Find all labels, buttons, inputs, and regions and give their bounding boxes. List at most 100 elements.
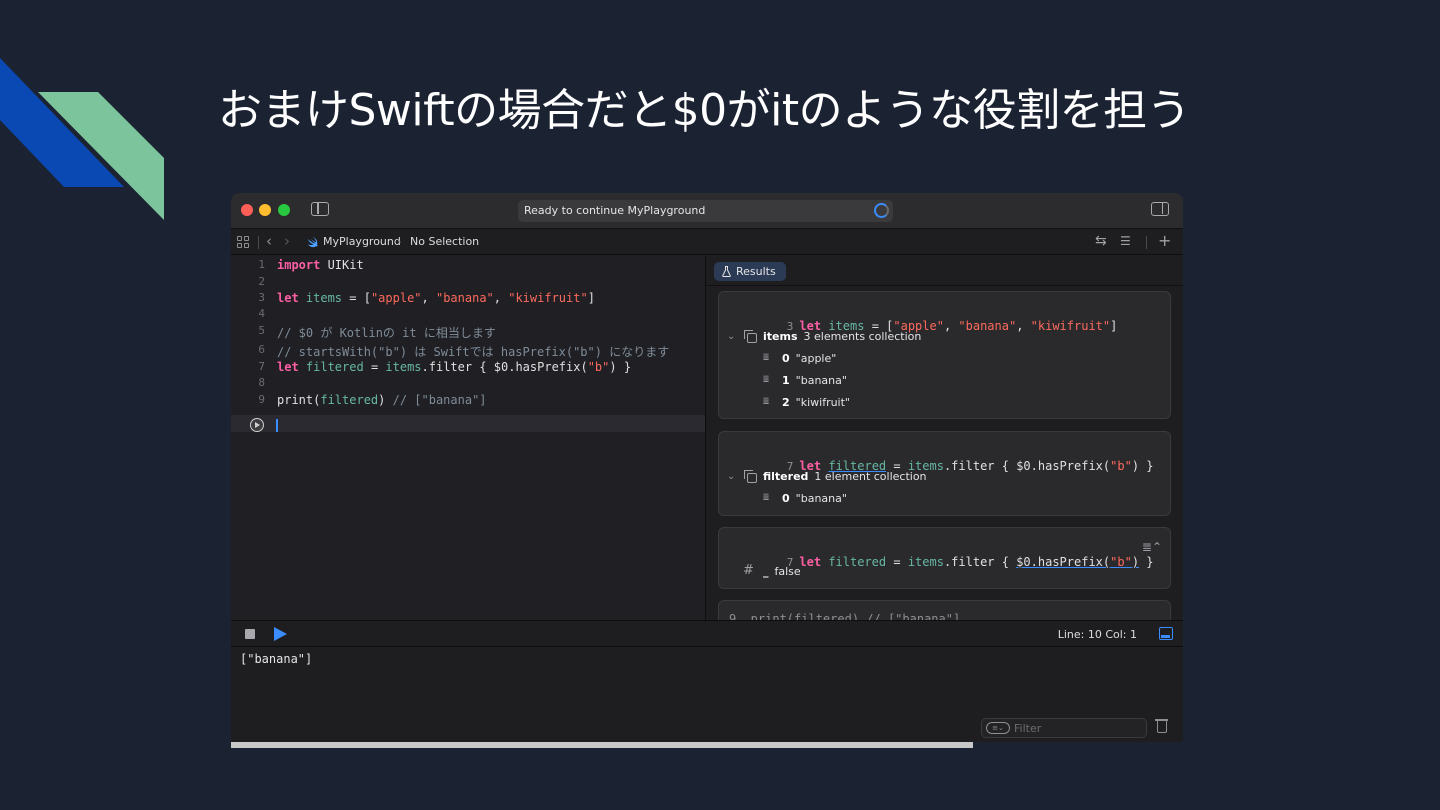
- breadcrumb-selection[interactable]: No Selection: [410, 235, 479, 248]
- code-token: filtered: [320, 393, 379, 407]
- collapse-chevron-icon[interactable]: ⌄: [727, 331, 735, 342]
- code-token: print(: [277, 393, 321, 407]
- sidebar-toggle-icon[interactable]: [311, 202, 329, 216]
- scrollbar-gap: [973, 742, 1183, 748]
- line-number: 6: [258, 343, 265, 356]
- code-string: "banana": [958, 319, 1017, 333]
- code-token: ]: [587, 291, 595, 305]
- result-card-items[interactable]: 3 let items = ["apple", "banana", "kiwifr…: [718, 291, 1171, 419]
- results-tab[interactable]: Results: [714, 262, 786, 281]
- code-token: "banana": [435, 291, 494, 305]
- code-line[interactable]: 3 let items = ["apple", "banana", "kiwifr…: [231, 291, 705, 307]
- add-editor-icon[interactable]: +: [1158, 231, 1171, 250]
- collection-element: 2 "kiwifruit": [782, 396, 850, 409]
- zoom-window-button[interactable]: [278, 204, 290, 216]
- code-text: =: [886, 555, 908, 569]
- code-token: filtered: [298, 360, 364, 374]
- code-content: import UIKit: [277, 258, 364, 272]
- line-number: 4: [258, 307, 265, 320]
- code-token: import: [277, 258, 321, 272]
- stop-button[interactable]: [245, 629, 255, 639]
- breadcrumb-project[interactable]: MyPlayground: [323, 235, 401, 248]
- code-line[interactable]: 2: [231, 275, 705, 291]
- title-bar: Ready to continue MyPlayground: [231, 193, 1183, 229]
- result-card-closure[interactable]: 7 let filtered = items.filter { $0.hasPre…: [718, 527, 1171, 589]
- console-filter[interactable]: ≡⌄ Filter: [981, 718, 1147, 738]
- code-token: ,: [493, 291, 509, 305]
- collection-count: 3 elements collection: [803, 330, 922, 343]
- run-button[interactable]: [274, 627, 287, 641]
- collection-name: items: [763, 330, 798, 343]
- scrollbar-thumb[interactable]: [231, 742, 973, 748]
- trash-icon[interactable]: [1155, 719, 1168, 733]
- editor-options-icon[interactable]: ☰: [1120, 234, 1131, 248]
- code-token: // startsWith("b") は Swiftでは hasPrefix("…: [277, 345, 670, 359]
- code-line[interactable]: 7 let filtered = items.filter { $0.hasPre…: [231, 360, 705, 376]
- code-line[interactable]: 8: [231, 376, 705, 392]
- code-token: ,: [421, 291, 436, 305]
- code-line[interactable]: 4: [231, 307, 705, 323]
- collection-icon: [744, 330, 757, 343]
- code-text: $0.hasPrefix(: [1016, 555, 1111, 569]
- code-text: ): [1131, 555, 1140, 569]
- swap-editor-icon[interactable]: ⇆: [1095, 233, 1107, 249]
- results-separator: [706, 285, 1183, 286]
- console-area[interactable]: ["banana"] ≡⌄ Filter: [231, 647, 1183, 742]
- code-token: ): [378, 393, 393, 407]
- close-window-button[interactable]: [241, 204, 253, 216]
- code-line[interactable]: 6 // startsWith("b") は Swiftでは hasPrefix(…: [231, 343, 705, 359]
- collection-summary: items 3 elements collection: [763, 330, 921, 343]
- collapse-chevron-icon[interactable]: ⌄: [727, 471, 735, 482]
- result-card-print[interactable]: 9 print(filtered) // ["banana"]: [718, 600, 1171, 620]
- element-icon: ≣: [763, 492, 770, 503]
- filter-icon[interactable]: ≡⌄: [986, 722, 1010, 734]
- result-label: _: [763, 565, 769, 578]
- code-token: .filter { $0.hasPrefix(: [421, 360, 588, 374]
- console-toggle-icon[interactable]: [1159, 627, 1173, 640]
- code-line[interactable]: 9 print(filtered) // ["banana"]: [231, 393, 705, 409]
- element-index: 1: [782, 374, 790, 387]
- forward-chevron-icon[interactable]: ›: [284, 232, 290, 250]
- collection-icon: [744, 470, 757, 483]
- code-line[interactable]: 5 // $0 が Kotlinの it に相当します: [231, 324, 705, 340]
- collection-element: 0 "banana": [782, 492, 847, 505]
- results-pane: Results 3 let items = ["apple", "banana",…: [706, 256, 1183, 620]
- element-value: "banana": [795, 492, 847, 505]
- result-card-filtered[interactable]: 7 let filtered = items.filter { $0.hasPre…: [718, 431, 1171, 516]
- slide-title: おまけSwiftの場合だと$0がitのような役割を担う: [218, 85, 1191, 136]
- related-items-grid-icon[interactable]: [237, 236, 249, 248]
- results-tab-label: Results: [736, 265, 776, 278]
- collection-summary: filtered 1 element collection: [763, 470, 927, 483]
- code-editor[interactable]: 1 import UIKit 2 3 let items = ["apple", "ba…: [231, 256, 705, 620]
- breadcrumb-chevron-icon: ›: [397, 235, 402, 248]
- collection-element: 1 "banana": [782, 374, 847, 387]
- code-line[interactable]: 1 import UIKit: [231, 258, 705, 274]
- code-token: = [: [342, 291, 371, 305]
- nav-separator-right: [1146, 236, 1147, 249]
- line-number: 5: [258, 324, 265, 337]
- code-text: ) }: [1131, 459, 1154, 473]
- code-token: =: [363, 360, 386, 374]
- code-string: "kiwifruit": [1030, 319, 1111, 333]
- inspector-toggle-icon[interactable]: [1151, 202, 1169, 216]
- nav-separator: [258, 236, 259, 249]
- xcode-playground-window: Ready to continue MyPlayground ‹ › MyPla…: [231, 193, 1183, 748]
- back-chevron-icon[interactable]: ‹: [266, 232, 272, 250]
- progress-spinner-icon: [874, 203, 889, 218]
- element-index: 0: [782, 492, 790, 505]
- minimize-window-button[interactable]: [259, 204, 271, 216]
- element-value: "banana": [795, 374, 847, 387]
- display-mode-icon[interactable]: ≣⌃: [1142, 540, 1162, 554]
- code-string: "b": [1110, 459, 1132, 473]
- code-content: let filtered = items.filter { $0.hasPref…: [277, 360, 631, 374]
- code-identifier: items: [907, 555, 944, 569]
- text-caret: [276, 419, 278, 432]
- jump-bar: ‹ › MyPlayground › No Selection ⇆ ☰ +: [231, 229, 1183, 255]
- line-number: 9: [258, 393, 265, 406]
- horizontal-scrollbar[interactable]: [231, 742, 1183, 748]
- element-icon: ≣: [763, 352, 770, 363]
- run-to-line-button[interactable]: [250, 418, 264, 432]
- code-keyword: let: [799, 555, 822, 569]
- activity-status: Ready to continue MyPlayground: [518, 200, 893, 222]
- collection-element: 0 "apple": [782, 352, 836, 365]
